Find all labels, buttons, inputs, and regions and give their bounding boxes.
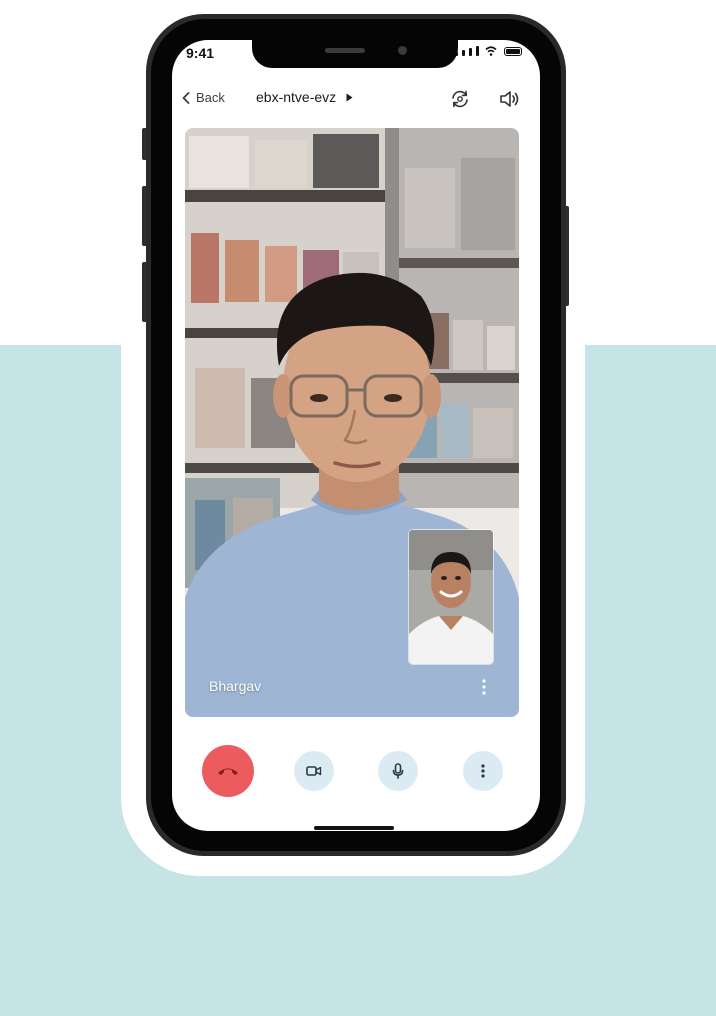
cellular-signal-icon-bar [476, 46, 479, 56]
back-button[interactable]: Back [182, 90, 225, 105]
more-options-button[interactable] [463, 751, 503, 791]
self-view-tile[interactable] [408, 529, 494, 665]
home-indicator [314, 826, 394, 830]
call-controls [172, 742, 540, 798]
front-camera-dot [398, 46, 407, 55]
battery-icon [504, 47, 522, 56]
call-top-bar: Back ebx-ntve-evz [172, 88, 540, 112]
speaker-icon[interactable] [498, 88, 520, 110]
cellular-signal-icon-bar [469, 48, 472, 56]
video-camera-icon [306, 766, 322, 776]
phone-notch [252, 40, 458, 68]
microphone-icon [392, 763, 404, 779]
back-label: Back [196, 90, 225, 105]
more-vertical-icon [481, 764, 485, 778]
remote-video-tile[interactable]: Bhargav [185, 128, 519, 717]
room-name-button[interactable]: ebx-ntve-evz [256, 89, 353, 105]
switch-camera-icon[interactable] [449, 88, 471, 110]
cellular-signal-icon-bar [462, 50, 465, 56]
caret-right-icon [346, 93, 353, 101]
end-call-button[interactable] [202, 745, 254, 797]
earpiece-speaker [325, 48, 365, 53]
more-vertical-icon[interactable] [480, 678, 488, 696]
room-name: ebx-ntve-evz [256, 89, 337, 105]
wifi-icon [485, 46, 497, 56]
camera-toggle-button[interactable] [294, 751, 334, 791]
phone-screen: 9:41 Back ebx-ntve-evz Bhargav [172, 40, 540, 831]
microphone-toggle-button[interactable] [378, 751, 418, 791]
self-view-feed [409, 530, 493, 664]
hang-up-icon [218, 768, 238, 775]
status-time: 9:41 [186, 45, 215, 61]
participant-name: Bhargav [209, 678, 262, 694]
status-icons [455, 46, 522, 56]
chevron-left-icon [182, 91, 190, 104]
